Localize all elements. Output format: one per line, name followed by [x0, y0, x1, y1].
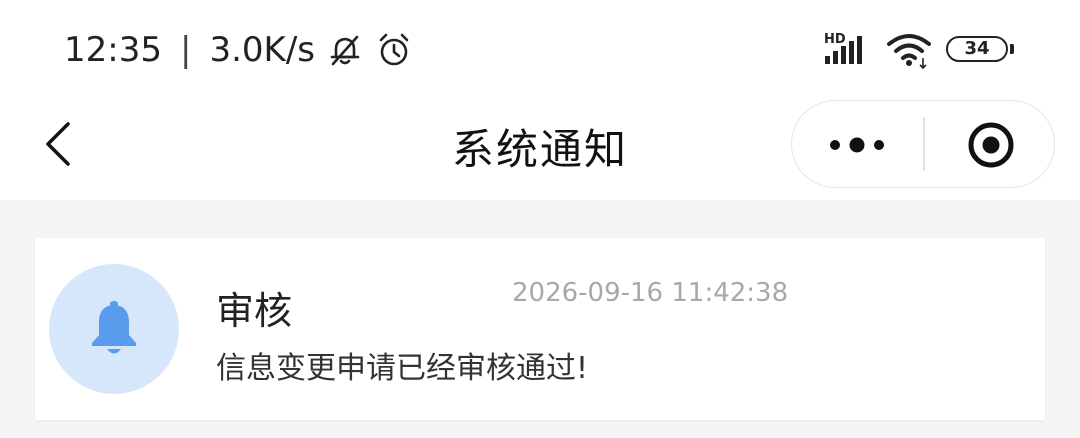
battery-level: 34: [964, 38, 990, 59]
wifi-icon: [887, 34, 931, 70]
bell-icon: [92, 301, 136, 354]
more-button[interactable]: [824, 128, 890, 162]
mini-program-capsule: [791, 100, 1055, 188]
target-circle-icon: [968, 122, 1014, 168]
status-separator: |: [179, 30, 192, 70]
notification-avatar: [49, 264, 179, 394]
close-button[interactable]: [966, 120, 1016, 170]
capsule-divider: [923, 117, 925, 171]
battery-icon: 34: [946, 35, 1016, 65]
notification-time: 2026-09-16 11:42:38: [512, 278, 789, 308]
network-speed: 3.0K/s: [209, 30, 315, 70]
more-dots-icon: [830, 137, 884, 153]
hd-signal-label: HD: [824, 32, 846, 47]
status-time: 12:35: [64, 30, 162, 70]
notification-title: 审核: [216, 289, 293, 333]
navigation-bar: 系统通知: [0, 100, 1080, 200]
status-bar: 12:35 | 3.0K/s HD 34: [0, 0, 1080, 100]
status-right: HD 34: [822, 28, 1016, 72]
bell-off-icon: [327, 32, 363, 68]
notification-message: 信息变更申请已经审核通过!: [216, 351, 589, 386]
hd-signal-icon: HD: [824, 32, 862, 64]
status-left: 12:35 | 3.0K/s: [64, 28, 413, 72]
notification-card[interactable]: 审核 2026-09-16 11:42:38 信息变更申请已经审核通过!: [35, 238, 1045, 420]
alarm-clock-icon: [375, 31, 413, 69]
